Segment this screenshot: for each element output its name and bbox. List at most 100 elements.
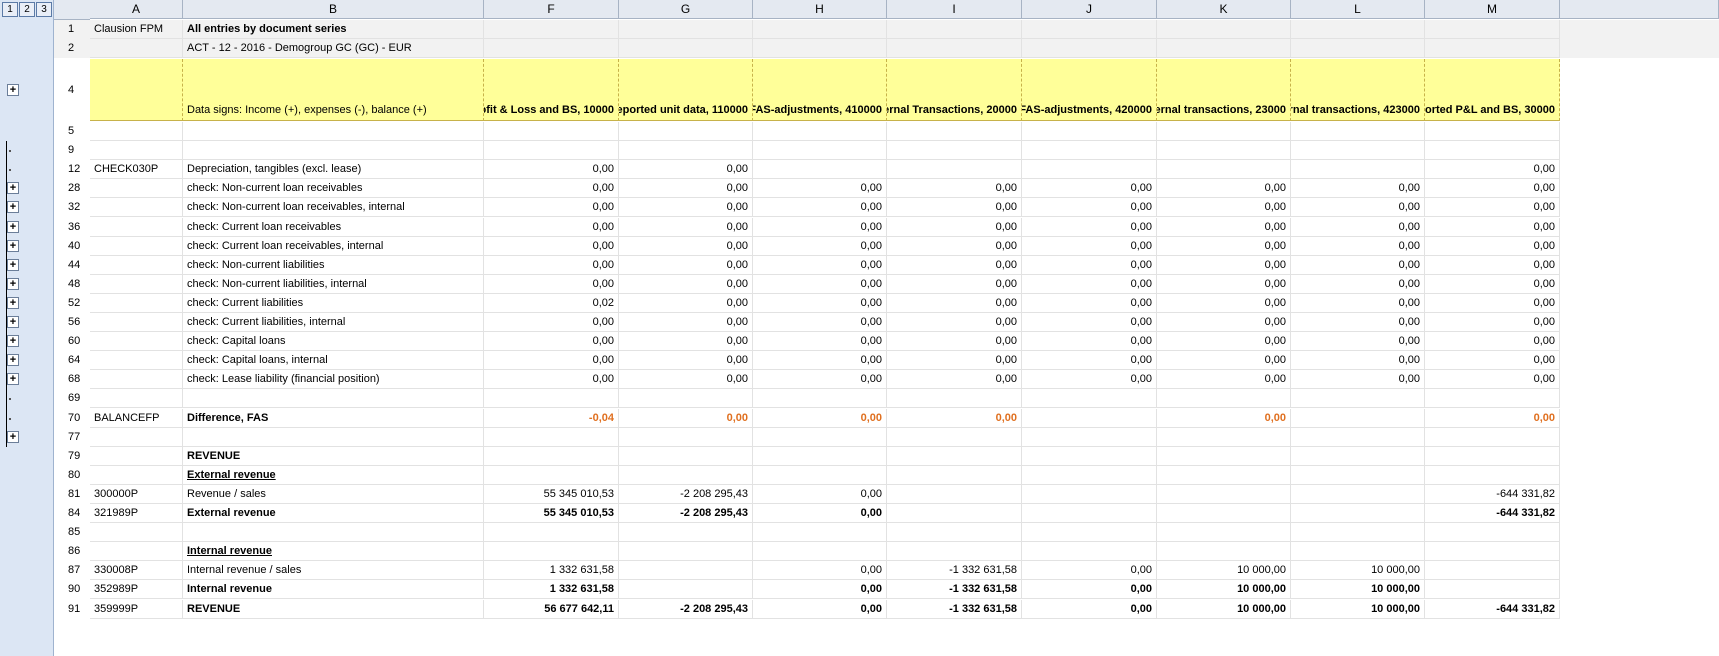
value-cell[interactable] xyxy=(753,446,887,466)
value-cell[interactable]: 0,00 xyxy=(484,217,619,237)
value-cell[interactable] xyxy=(484,427,619,447)
value-cell[interactable]: 0,00 xyxy=(1022,293,1157,313)
value-cell[interactable]: 0,00 xyxy=(753,484,887,504)
value-cell[interactable]: 10 000,00 xyxy=(1157,580,1291,600)
value-cell[interactable]: 0,00 xyxy=(1157,408,1291,428)
value-cell[interactable]: 0,00 xyxy=(887,351,1022,371)
account-code[interactable] xyxy=(90,427,183,447)
value-cell[interactable] xyxy=(887,160,1022,180)
row-number[interactable]: 40 xyxy=(54,237,90,256)
column-header-i[interactable]: I xyxy=(887,0,1022,19)
value-cell[interactable]: 0,00 xyxy=(1022,217,1157,237)
column-title[interactable]: Internal Transactions, FAS-adjustments, … xyxy=(1022,59,1157,121)
value-cell[interactable] xyxy=(619,141,753,161)
cell[interactable] xyxy=(90,39,183,59)
account-name[interactable] xyxy=(183,389,484,409)
account-name[interactable] xyxy=(183,523,484,543)
select-all-corner[interactable] xyxy=(54,0,90,20)
row-number[interactable]: 70 xyxy=(54,409,90,428)
account-name[interactable]: Internal revenue xyxy=(183,542,484,562)
value-cell[interactable]: 0,00 xyxy=(753,179,887,199)
value-cell[interactable] xyxy=(484,389,619,409)
value-cell[interactable]: 0,00 xyxy=(1425,332,1560,352)
value-cell[interactable]: 0,00 xyxy=(1291,198,1425,218)
column-title[interactable]: FAS-adjustments, 410000 xyxy=(753,59,887,121)
value-cell[interactable]: 0,00 xyxy=(619,160,753,180)
column-header-g[interactable]: G xyxy=(619,0,753,19)
row-number[interactable]: 48 xyxy=(54,275,90,294)
row-number[interactable]: 2 xyxy=(54,39,90,58)
row-number[interactable]: 86 xyxy=(54,542,90,561)
value-cell[interactable] xyxy=(1425,542,1560,562)
account-code[interactable]: BALANCEFP xyxy=(90,408,183,428)
value-cell[interactable]: 0,00 xyxy=(1425,198,1560,218)
account-name[interactable]: check: Lease liability (financial positi… xyxy=(183,370,484,390)
value-cell[interactable]: 0,00 xyxy=(1157,370,1291,390)
value-cell[interactable]: 0,00 xyxy=(619,198,753,218)
value-cell[interactable]: 10 000,00 xyxy=(1157,561,1291,581)
value-cell[interactable]: 0,00 xyxy=(887,217,1022,237)
value-cell[interactable]: 0,00 xyxy=(753,217,887,237)
value-cell[interactable] xyxy=(1425,523,1560,543)
value-cell[interactable] xyxy=(1157,504,1291,524)
value-cell[interactable] xyxy=(1425,561,1560,581)
value-cell[interactable]: 0,00 xyxy=(1157,236,1291,256)
value-cell[interactable]: 0,00 xyxy=(1022,351,1157,371)
value-cell[interactable]: 0,00 xyxy=(1157,274,1291,294)
value-cell[interactable]: -1 332 631,58 xyxy=(887,561,1022,581)
value-cell[interactable]: 0,00 xyxy=(484,236,619,256)
value-cell[interactable]: -0,04 xyxy=(484,408,619,428)
row-number[interactable]: 68 xyxy=(54,370,90,389)
column-title[interactable]: Reported Profit & Loss and BS, 10000 xyxy=(484,59,619,121)
account-code[interactable]: 300000P xyxy=(90,484,183,504)
value-cell[interactable]: 0,00 xyxy=(1022,580,1157,600)
value-cell[interactable]: 0,00 xyxy=(1157,217,1291,237)
value-cell[interactable]: 0,00 xyxy=(887,198,1022,218)
value-cell[interactable]: -2 208 295,43 xyxy=(619,599,753,619)
value-cell[interactable]: 0,00 xyxy=(753,236,887,256)
value-cell[interactable]: -644 331,82 xyxy=(1425,599,1560,619)
account-name[interactable]: check: Current loan receivables, interna… xyxy=(183,236,484,256)
value-cell[interactable] xyxy=(1022,446,1157,466)
value-cell[interactable] xyxy=(1022,542,1157,562)
account-name[interactable]: check: Non-current loan receivables xyxy=(183,179,484,199)
report-title[interactable]: All entries by document series xyxy=(183,20,484,40)
cell[interactable] xyxy=(1157,20,1291,40)
value-cell[interactable] xyxy=(619,580,753,600)
value-cell[interactable] xyxy=(753,122,887,142)
value-cell[interactable]: 0,00 xyxy=(887,313,1022,333)
row-number[interactable]: 87 xyxy=(54,561,90,580)
value-cell[interactable] xyxy=(1022,122,1157,142)
value-cell[interactable] xyxy=(1157,484,1291,504)
value-cell[interactable] xyxy=(619,465,753,485)
account-code[interactable] xyxy=(90,255,183,275)
value-cell[interactable] xyxy=(887,542,1022,562)
value-cell[interactable]: 0,00 xyxy=(753,599,887,619)
value-cell[interactable]: 0,00 xyxy=(1022,179,1157,199)
value-cell[interactable]: 0,00 xyxy=(887,408,1022,428)
column-header-h[interactable]: H xyxy=(753,0,887,19)
value-cell[interactable]: 0,00 xyxy=(619,179,753,199)
row-number[interactable]: 64 xyxy=(54,351,90,370)
account-name[interactable] xyxy=(183,141,484,161)
value-cell[interactable]: 0,00 xyxy=(753,504,887,524)
value-cell[interactable]: 0,00 xyxy=(887,332,1022,352)
value-cell[interactable]: 0,00 xyxy=(484,351,619,371)
value-cell[interactable] xyxy=(887,122,1022,142)
value-cell[interactable]: 0,00 xyxy=(484,179,619,199)
expand-group-button[interactable]: + xyxy=(7,220,19,233)
expand-group-button[interactable]: + xyxy=(7,277,19,290)
row-number[interactable]: 44 xyxy=(54,256,90,275)
value-cell[interactable] xyxy=(619,523,753,543)
cell[interactable] xyxy=(1425,20,1560,40)
value-cell[interactable]: 55 345 010,53 xyxy=(484,484,619,504)
value-cell[interactable]: 0,00 xyxy=(1291,313,1425,333)
cell[interactable] xyxy=(619,39,753,59)
value-cell[interactable]: -644 331,82 xyxy=(1425,484,1560,504)
account-name[interactable]: check: Capital loans, internal xyxy=(183,351,484,371)
value-cell[interactable]: 0,00 xyxy=(1157,179,1291,199)
cell[interactable] xyxy=(887,39,1022,59)
expand-group-button[interactable]: + xyxy=(7,335,19,348)
value-cell[interactable]: 0,00 xyxy=(1425,217,1560,237)
value-cell[interactable] xyxy=(1425,141,1560,161)
